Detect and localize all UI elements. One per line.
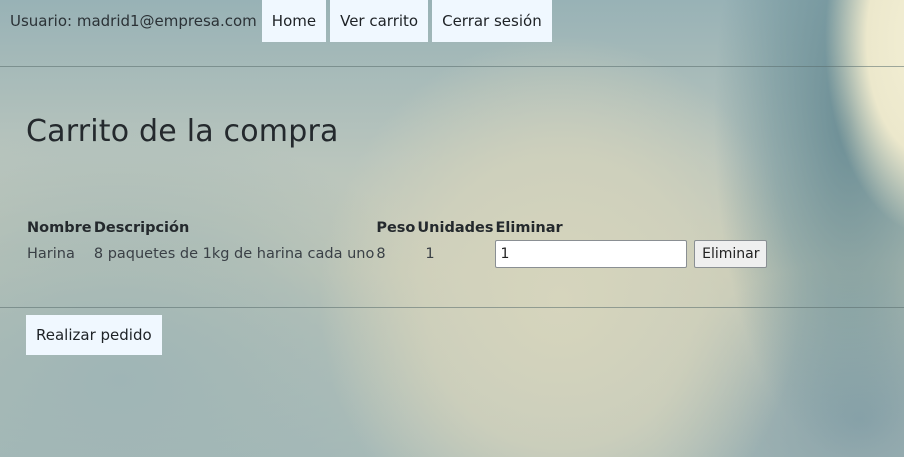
column-header-unidades: Unidades [417, 220, 494, 236]
remove-quantity-input[interactable] [495, 240, 688, 268]
column-header-descripcion: Descripción [93, 220, 190, 236]
cart-table: Nombre Descripción Peso Unidades Elimina… [26, 218, 768, 270]
table-row: Harina 8 paquetes de 1kg de harina cada … [26, 238, 768, 270]
header-divider [0, 66, 904, 67]
page-title: Carrito de la compra [26, 114, 339, 149]
column-header-eliminar: Eliminar [495, 220, 563, 236]
cell-unidades: 1 [425, 246, 435, 262]
table-divider [0, 307, 904, 308]
cell-peso: 8 [376, 246, 386, 262]
cell-nombre: Harina [27, 246, 75, 262]
user-label: Usuario: madrid1@empresa.com [10, 12, 257, 30]
nav-view-cart-button[interactable]: Ver carrito [330, 0, 429, 42]
cell-descripcion: 8 paquetes de 1kg de harina cada uno [93, 246, 375, 262]
place-order-button[interactable]: Realizar pedido [26, 315, 162, 355]
nav-home-button[interactable]: Home [261, 0, 327, 42]
nav-logout-button[interactable]: Cerrar sesión [432, 0, 552, 42]
remove-button[interactable]: Eliminar [694, 240, 768, 268]
table-header-row: Nombre Descripción Peso Unidades Elimina… [26, 218, 768, 238]
column-header-peso: Peso [376, 220, 416, 236]
cell-eliminar: Eliminar [494, 238, 768, 270]
top-navbar: Usuario: madrid1@empresa.com Home Ver ca… [0, 0, 904, 43]
column-header-nombre: Nombre [27, 220, 92, 236]
